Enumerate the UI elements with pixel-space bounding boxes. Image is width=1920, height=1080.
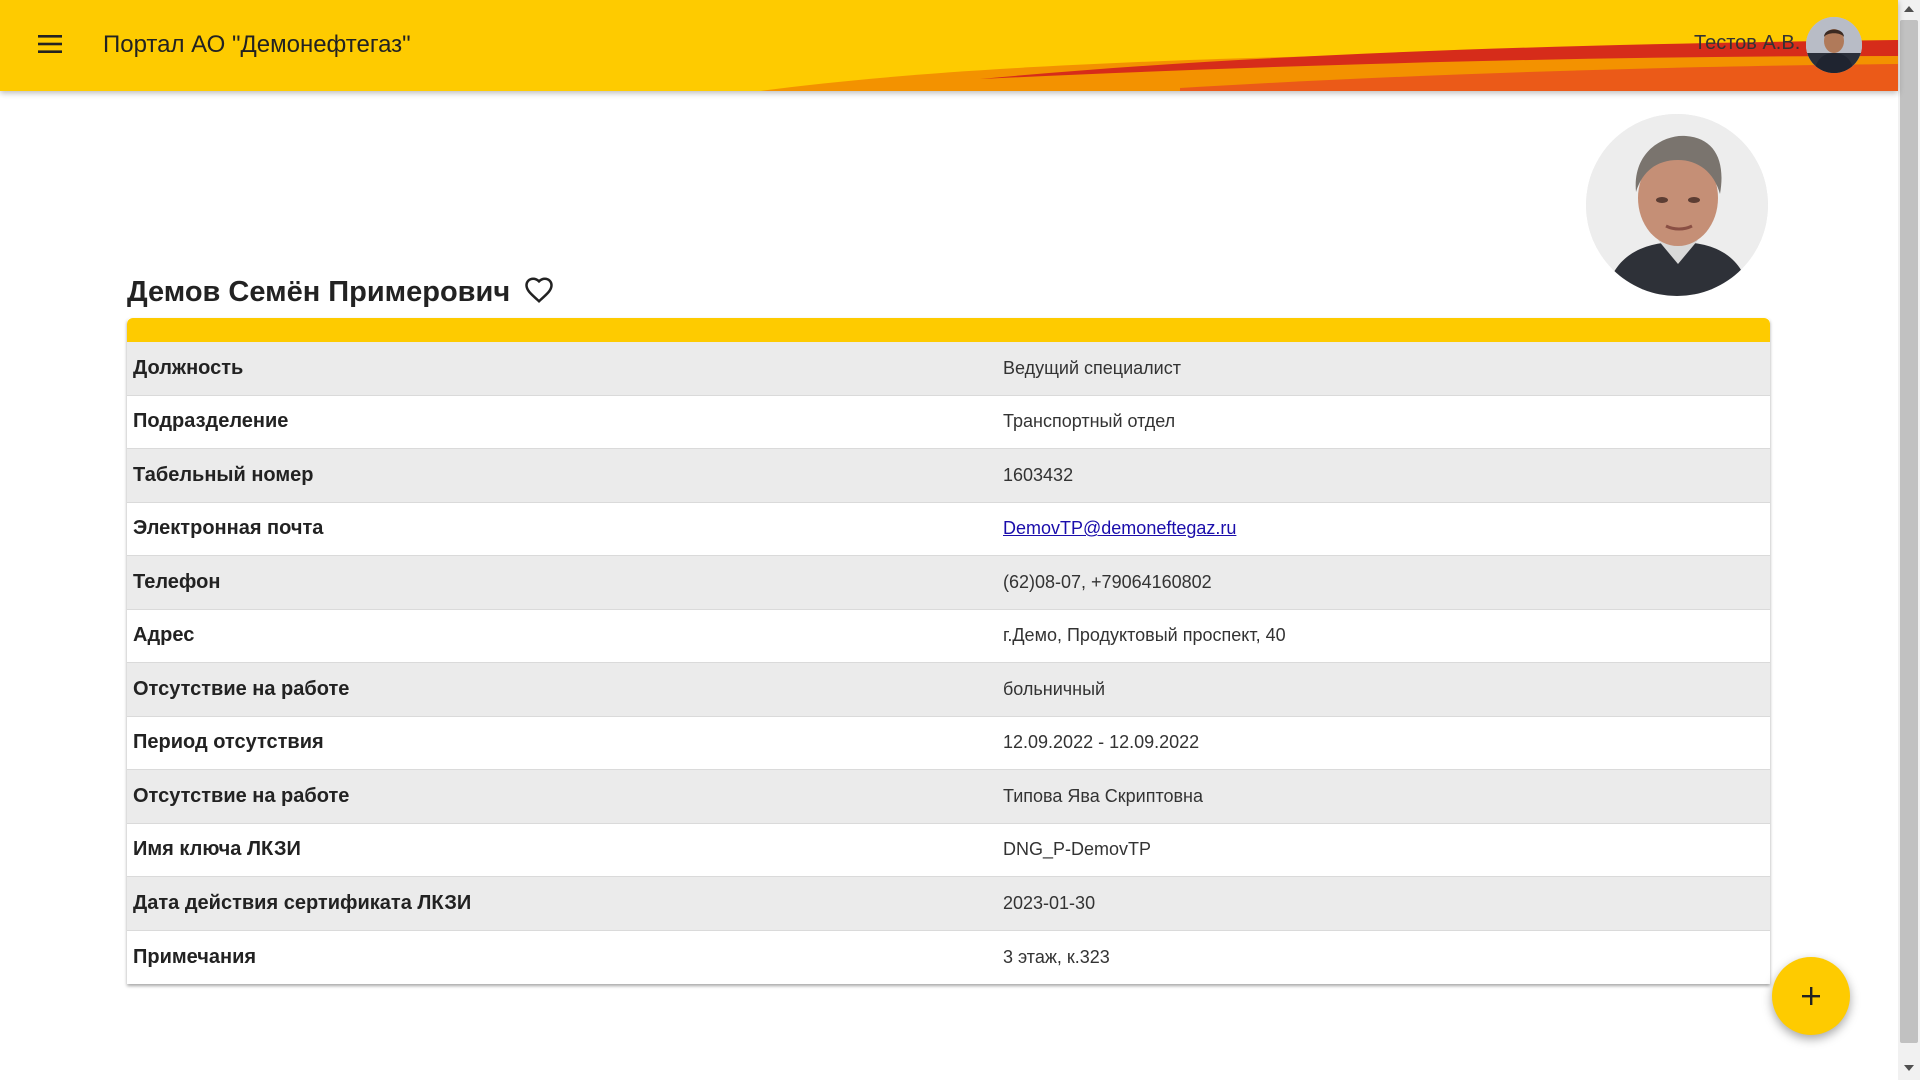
menu-icon [38,35,62,53]
field-value: DemovTP@demoneftegaz.ru [1003,518,1770,539]
profile-photo-image [1586,114,1768,296]
table-row: Телефон (62)08-07, +79064160802 [127,556,1770,610]
table-row: Примечания 3 этаж, к.323 [127,930,1770,984]
table-row: Электронная почта DemovTP@demoneftegaz.r… [127,502,1770,556]
field-label: Табельный номер [133,463,314,486]
table-row: Отсутствие на работе Типова Ява Скриптов… [127,770,1770,824]
field-label: Примечания [133,945,257,968]
scroll-down-arrow-icon[interactable] [1903,1063,1915,1073]
user-name[interactable]: Тестов А.В. [1694,32,1800,55]
add-fab-button[interactable] [1772,957,1850,1035]
table-row: Подразделение Транспортный отдел [127,395,1770,449]
card-header-bar [127,318,1770,342]
field-value: г.Демо, Продуктовый проспект, 40 [1003,625,1286,646]
field-value: Типова Ява Скриптовна [1003,785,1204,806]
scrollbar-thumb[interactable] [1900,20,1918,1043]
email-link[interactable]: DemovTP@demoneftegaz.ru [1003,518,1236,538]
user-avatar-image [1806,17,1862,73]
field-value: Ведущий специалист [1003,357,1181,378]
favorite-button[interactable] [524,275,554,305]
field-label: Дата действия сертификата ЛКЗИ [133,891,472,914]
field-label: Должность [133,356,244,379]
plus-icon [1802,987,1820,1005]
field-label: Адрес [133,624,195,647]
table-row: Дата действия сертификата ЛКЗИ 2023-01-3… [127,877,1770,931]
table-row: Адрес г.Демо, Продуктовый проспект, 40 [127,609,1770,663]
user-avatar[interactable] [1806,17,1862,73]
profile-details-table: Должность Ведущий специалист Подразделен… [127,342,1770,984]
field-value: больничный [1003,678,1106,699]
field-value: 2023-01-30 [1003,892,1096,913]
field-label: Телефон [133,570,221,593]
field-value: Транспортный отдел [1003,411,1176,432]
field-value: (62)08-07, +79064160802 [1003,571,1212,592]
app-root: Портал АО "Демонефтегаз" Тестов А.В. Дем… [0,0,1898,1080]
profile-details-card: Должность Ведущий специалист Подразделен… [127,318,1770,984]
app-title: Портал АО "Демонефтегаз" [103,31,411,58]
table-row: Отсутствие на работе больничный [127,663,1770,717]
field-value: 1603432 [1003,464,1074,485]
scroll-up-arrow-icon[interactable] [1903,4,1915,14]
table-row: Имя ключа ЛКЗИ DNG_P-DemovTP [127,823,1770,877]
field-label: Имя ключа ЛКЗИ [133,838,301,861]
top-app-bar: Портал АО "Демонефтегаз" Тестов А.В. [0,0,1898,91]
field-label: Отсутствие на работе [133,784,350,807]
profile-photo [1586,114,1768,296]
heart-outline-icon [525,277,553,303]
table-row: Табельный номер 1603432 [127,449,1770,503]
person-name: Демов Семён Примерович [127,276,511,308]
field-label: Период отсутствия [133,731,324,754]
field-value: 12.09.2022 - 12.09.2022 [1003,732,1200,753]
menu-button[interactable] [32,26,68,62]
field-value: 3 этаж, к.323 [1003,946,1110,967]
field-value: DNG_P-DemovTP [1003,839,1152,860]
field-label: Отсутствие на работе [133,677,350,700]
table-row: Период отсутствия 12.09.2022 - 12.09.202… [127,716,1770,770]
table-row: Должность Ведущий специалист [127,342,1770,396]
field-label: Подразделение [133,410,289,433]
field-label: Электронная почта [133,517,324,540]
